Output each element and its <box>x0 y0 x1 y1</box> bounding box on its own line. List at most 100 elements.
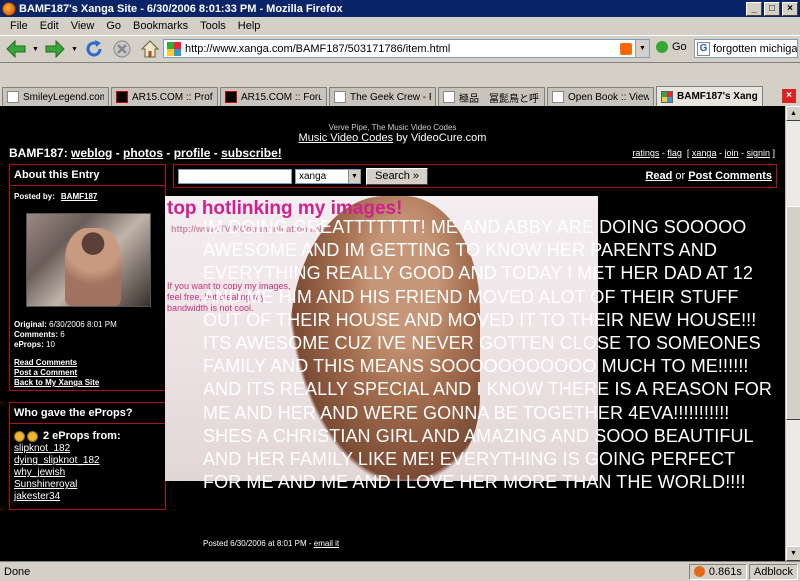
rss-feed-icon[interactable] <box>620 42 632 55</box>
search-button[interactable]: Search » <box>366 168 428 185</box>
search-scope-select[interactable]: xanga ▼ <box>295 169 361 184</box>
xanga-search-input[interactable] <box>178 169 292 184</box>
post-timestamp: Posted 6/30/2006 at 8:01 PM - <box>203 539 314 548</box>
giver-link[interactable]: slipknot_182 <box>14 443 161 455</box>
vertical-scrollbar[interactable]: ▲ ▼ <box>785 106 800 561</box>
nav-weblog[interactable]: weblog <box>71 146 112 160</box>
menu-bookmarks[interactable]: Bookmarks <box>127 20 194 32</box>
url-text: http://www.xanga.com/BAMF187/503171786/i… <box>185 42 451 55</box>
stop-button[interactable] <box>110 37 134 61</box>
back-button[interactable] <box>4 37 28 61</box>
tab-japanese-page[interactable]: 極品 冨髭鳥と呼... <box>438 87 545 106</box>
go-label: Go <box>672 41 687 53</box>
scroll-thumb[interactable] <box>786 206 800 420</box>
comments-count: 6 <box>60 330 65 339</box>
link-xanga[interactable]: xanga <box>692 148 717 158</box>
eprops-count-text: 2 eProps from: <box>43 430 121 442</box>
tab-geek-crew[interactable]: The Geek Crew - Po... <box>329 87 436 106</box>
eprops-givers: slipknot_182 dying_slipknot_182 why_jewi… <box>10 442 165 503</box>
menu-view[interactable]: View <box>65 20 101 32</box>
tab-ar15-profile[interactable]: AR15.COM :: Profile... <box>111 87 218 106</box>
forward-history-dropdown[interactable]: ▼ <box>71 46 78 53</box>
ar15-icon <box>116 91 128 103</box>
original-date: 6/30/2006 8:01 PM <box>49 320 117 329</box>
eprops-label: eProps: <box>14 340 44 349</box>
google-engine-icon[interactable]: G <box>697 41 711 56</box>
link-ratings[interactable]: ratings <box>632 148 659 158</box>
tab-smileylegend[interactable]: SmileyLegend.com - ... <box>2 87 109 106</box>
post-comment-links: Read or Post Comments <box>645 170 772 182</box>
search-input[interactable]: G forgotten michigan <box>694 39 798 58</box>
url-history-dropdown[interactable]: ▼ <box>635 40 649 57</box>
forward-button[interactable] <box>43 37 67 61</box>
comments-label: Comments: <box>14 330 59 339</box>
go-button[interactable]: Go <box>656 41 687 53</box>
site-favicon <box>167 41 181 56</box>
giver-link[interactable]: jakester34 <box>14 491 161 503</box>
menu-file[interactable]: File <box>4 20 34 32</box>
scroll-down-icon[interactable]: ▼ <box>786 546 800 561</box>
entry-links: Read Comments Post a Comment Back to My … <box>14 358 99 388</box>
window-title: BAMF187's Xanga Site - 6/30/2006 8:01:33… <box>19 2 343 15</box>
menu-help[interactable]: Help <box>232 20 267 32</box>
post-body: IM DOING GREATTTTTTT! ME AND ABBY ARE DO… <box>203 217 772 493</box>
author-link[interactable]: BAMF187 <box>61 192 97 201</box>
timer-icon <box>693 566 705 577</box>
page-icon <box>7 91 19 103</box>
read-link[interactable]: Read <box>645 170 672 182</box>
giver-link[interactable]: dying_slipknot_182 <box>14 455 161 467</box>
close-window-button[interactable]: × <box>782 1 798 16</box>
link-signin[interactable]: signin <box>746 148 770 158</box>
read-comments-link[interactable]: Read Comments <box>14 358 99 368</box>
tab-label: BAMF187's Xanga... <box>677 91 758 102</box>
menu-bar: File Edit View Go Bookmarks Tools Help <box>0 17 800 35</box>
post-comment-link[interactable]: Post a Comment <box>14 368 99 378</box>
minimize-button[interactable]: _ <box>746 1 762 16</box>
about-heading: About this Entry <box>10 165 165 186</box>
tab-label: SmileyLegend.com - ... <box>23 91 104 103</box>
back-to-site-link[interactable]: Back to My Xanga Site <box>14 378 99 388</box>
home-icon <box>140 40 160 58</box>
promo-link[interactable]: Music Video Codes <box>299 132 394 144</box>
page-content: Verve Pipe, The Music Video Codes Music … <box>0 106 785 561</box>
search-scope-value: xanga <box>299 171 327 182</box>
forward-arrow-icon <box>45 40 65 58</box>
xanga-icon <box>661 90 673 103</box>
maximize-button[interactable]: □ <box>764 1 780 16</box>
nav-profile[interactable]: profile <box>174 146 211 160</box>
avatar[interactable] <box>26 213 151 307</box>
ar15-icon <box>225 91 237 103</box>
link-join[interactable]: join <box>724 148 738 158</box>
post-comments-link[interactable]: Post Comments <box>688 170 772 182</box>
back-history-dropdown[interactable]: ▼ <box>32 46 39 53</box>
giver-link[interactable]: why_jewish <box>14 467 161 479</box>
tab-open-book[interactable]: Open Book :: View t... <box>547 87 654 106</box>
nav-photos[interactable]: photos <box>123 146 163 160</box>
site-nav: BAMF187: weblog - photos - profile - sub… <box>9 146 282 160</box>
nav-subscribe[interactable]: subscribe! <box>221 146 282 160</box>
promo-line: Verve Pipe, The Music Video Codes <box>328 123 457 132</box>
smiley-icon <box>14 430 25 442</box>
tab-label: The Geek Crew - Po... <box>350 91 431 103</box>
navigation-toolbar: ▼ ▼ http://www.xanga.com/BAMF187/5031717… <box>0 35 800 63</box>
post-footer: Posted 6/30/2006 at 8:01 PM - email it <box>203 539 339 548</box>
email-it-link[interactable]: email it <box>314 539 339 548</box>
reload-button[interactable] <box>82 37 106 61</box>
menu-edit[interactable]: Edit <box>34 20 65 32</box>
close-tab-button[interactable]: × <box>782 89 796 103</box>
entry-meta: Original: 6/30/2006 8:01 PM Comments: 6 … <box>14 320 117 350</box>
tab-label: 極品 冨髭鳥と呼... <box>459 93 540 105</box>
home-button[interactable] <box>138 37 162 61</box>
menu-tools[interactable]: Tools <box>194 20 232 32</box>
post-header: xanga ▼ Search » Read or Post Comments <box>173 164 777 188</box>
link-flag[interactable]: flag <box>667 148 682 158</box>
url-bar[interactable]: http://www.xanga.com/BAMF187/503171786/i… <box>163 39 650 58</box>
tab-ar15-forum[interactable]: AR15.COM :: Forum... <box>220 87 327 106</box>
scroll-up-icon[interactable]: ▲ <box>786 106 800 121</box>
tab-bamf187-xanga[interactable]: BAMF187's Xanga... <box>656 86 763 106</box>
adblock-button[interactable]: Adblock <box>748 563 798 580</box>
menu-go[interactable]: Go <box>100 20 127 32</box>
site-name: BAMF187 <box>9 146 64 160</box>
page-icon <box>552 91 564 103</box>
giver-link[interactable]: Sunshineroyal <box>14 479 161 491</box>
